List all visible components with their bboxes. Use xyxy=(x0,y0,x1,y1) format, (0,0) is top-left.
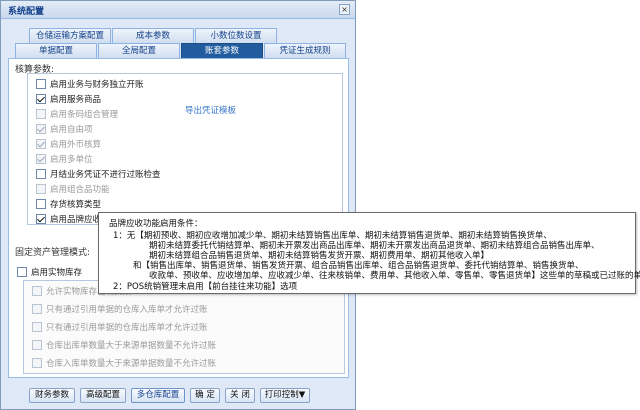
tooltip-title: 品牌应收功能启用条件： xyxy=(109,219,203,229)
fixed-asset-mode-label: 固定资产管理模式: xyxy=(15,248,91,258)
option-label: 启用服务商品 xyxy=(50,95,102,105)
checkbox xyxy=(32,304,42,314)
title-bar: 系统配置 × xyxy=(1,1,355,19)
option-label: 启用实物库存 xyxy=(31,268,83,278)
option-label: 仓库出库单数量大于来源单据数量不允许过账 xyxy=(46,341,217,351)
option-foreign-currency: 启用外币核算 xyxy=(36,137,101,151)
checkbox[interactable] xyxy=(36,169,46,179)
tab-row-top: 仓储运输方案配置 成本参数 小数位数设置 xyxy=(29,28,278,43)
checkbox[interactable] xyxy=(36,199,46,209)
checkbox[interactable] xyxy=(36,79,46,89)
warehouse-options-group: 允许实物库存出现负数 只有通过引用单据的仓库入库单才允许过账 只有通过引用单据的… xyxy=(23,280,345,374)
option-service-goods[interactable]: 启用服务商品 xyxy=(36,92,101,106)
option-label: 月结业务凭证不进行过账检查 xyxy=(50,170,161,180)
tab-warehouse-transport[interactable]: 仓储运输方案配置 xyxy=(29,28,111,43)
option-label: 启用业务与财务独立开账 xyxy=(50,80,144,90)
option-label: 启用自由项 xyxy=(50,125,93,135)
checkbox[interactable] xyxy=(36,214,46,224)
option-label: 只有通过引用单据的仓库出库单才允许过账 xyxy=(46,323,208,333)
tab-global-config[interactable]: 全局配置 xyxy=(98,43,180,58)
option-barcode-combo: 启用条码组合管理 xyxy=(36,107,118,121)
button-bar: 财务参数 高级配置 多仓库配置 确 定 关 闭 打印控制▼ xyxy=(29,388,315,403)
tooltip-line: 2：POS统销管理未启用【前台挂往来功能】选项 xyxy=(113,282,298,292)
option-outbound-qty-check: 仓库出库单数量大于来源单据数量不允许过账 xyxy=(32,338,216,352)
advanced-config-button[interactable]: 高级配置 xyxy=(80,388,126,403)
export-voucher-template-link[interactable]: 导出凭证模板 xyxy=(185,104,236,116)
checkbox xyxy=(32,286,42,296)
checkbox xyxy=(36,154,46,164)
option-free-items: 启用自由项 xyxy=(36,122,93,136)
tab-row-bottom: 单据配置 全局配置 账套参数 凭证生成规则 xyxy=(15,43,347,58)
option-label: 启用组合品功能 xyxy=(50,185,110,195)
checkbox xyxy=(32,358,42,368)
checkbox xyxy=(36,184,46,194)
option-enable-physical-stock[interactable]: 启用实物库存 xyxy=(17,265,82,279)
checkbox xyxy=(36,139,46,149)
checkbox xyxy=(32,340,42,350)
close-button[interactable]: × xyxy=(339,4,350,15)
option-inbound-ref-posting: 只有通过引用单据的仓库入库单才允许过账 xyxy=(32,302,208,316)
window-title: 系统配置 xyxy=(8,7,45,17)
tab-voucher-rules[interactable]: 凭证生成规则 xyxy=(264,43,346,58)
option-inbound-qty-check: 仓库入库单数量大于来源单据数量不允许过账 xyxy=(32,356,216,370)
close-dialog-button[interactable]: 关 闭 xyxy=(225,388,255,403)
option-inventory-type[interactable]: 存货核算类型 xyxy=(36,197,101,211)
option-combo-goods: 启用组合品功能 xyxy=(36,182,110,196)
tab-decimal-settings[interactable]: 小数位数设置 xyxy=(195,28,277,43)
option-skip-posting-check[interactable]: 月结业务凭证不进行过账检查 xyxy=(36,167,161,181)
ok-button[interactable]: 确 定 xyxy=(190,388,220,403)
tab-cost-params[interactable]: 成本参数 xyxy=(112,28,194,43)
tab-account-params[interactable]: 账套参数 xyxy=(181,43,263,58)
finance-params-button[interactable]: 财务参数 xyxy=(29,388,75,403)
option-multi-unit: 启用多单位 xyxy=(36,152,93,166)
accounting-options-group: 启用业务与财务独立开账 启用服务商品 启用条码组合管理 启用自由项 启用外币核算… xyxy=(27,73,343,225)
option-independent-accounts[interactable]: 启用业务与财务独立开账 xyxy=(36,77,144,91)
checkbox xyxy=(36,109,46,119)
brand-receivable-tooltip: 品牌应收功能启用条件： 1：无【期初预收、期初应收增加减少单、期初未结算销售出库… xyxy=(98,212,640,294)
tab-document-config[interactable]: 单据配置 xyxy=(15,43,97,58)
print-control-button[interactable]: 打印控制▼ xyxy=(260,388,310,403)
multi-warehouse-button[interactable]: 多仓库配置 xyxy=(131,388,185,403)
option-outbound-ref-posting: 只有通过引用单据的仓库出库单才允许过账 xyxy=(32,320,208,334)
option-label: 仓库入库单数量大于来源单据数量不允许过账 xyxy=(46,359,217,369)
option-label: 启用外币核算 xyxy=(50,140,102,150)
checkbox[interactable] xyxy=(36,94,46,104)
option-label: 启用条码组合管理 xyxy=(50,110,119,120)
system-config-window: 系统配置 × 仓储运输方案配置 成本参数 小数位数设置 单据配置 全局配置 账套… xyxy=(0,0,356,410)
checkbox xyxy=(36,124,46,134)
checkbox[interactable] xyxy=(17,267,27,277)
option-label: 存货核算类型 xyxy=(50,200,102,210)
option-label: 启用多单位 xyxy=(50,155,93,165)
checkbox xyxy=(32,322,42,332)
option-label: 只有通过引用单据的仓库入库单才允许过账 xyxy=(46,305,208,315)
close-icon: × xyxy=(341,5,348,14)
